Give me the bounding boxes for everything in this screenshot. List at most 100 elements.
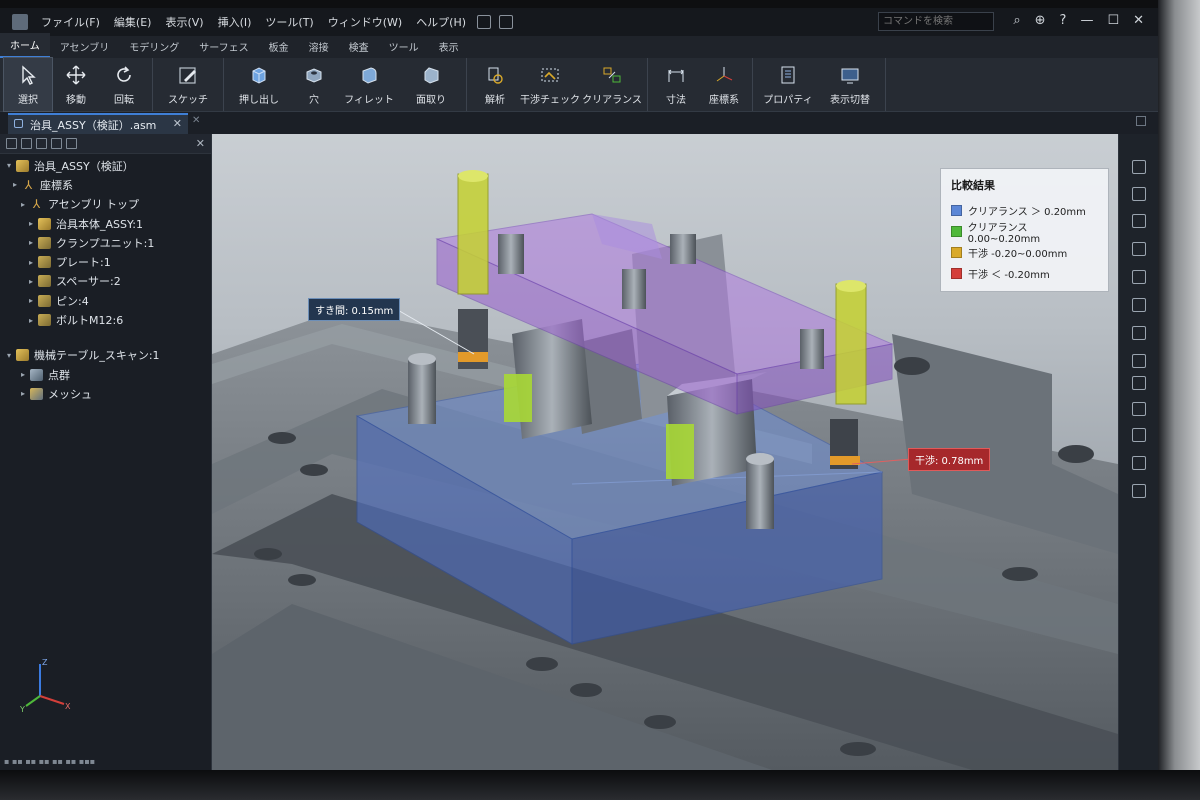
view-top-icon[interactable] xyxy=(1132,242,1146,256)
export-icon[interactable] xyxy=(1132,484,1146,498)
tree-item-bolt[interactable]: ▸ ボルトM12:6 xyxy=(0,310,211,329)
tab-sheet-metal[interactable]: 板金 xyxy=(259,35,299,58)
axis-y-label: Y xyxy=(19,705,25,714)
view-fit-icon[interactable] xyxy=(1132,160,1146,174)
close-icon[interactable]: ✕ xyxy=(173,117,182,130)
tree-item-pin[interactable]: ▸ ピン:4 xyxy=(0,291,211,310)
tab-weld[interactable]: 溶接 xyxy=(299,35,339,58)
visibility-icon[interactable] xyxy=(1132,376,1146,390)
tree-item-label: 座標系 xyxy=(40,178,73,192)
rotate-button[interactable]: 回転 xyxy=(100,58,148,111)
expand-arrow-icon[interactable]: ▸ xyxy=(26,296,36,305)
expand-arrow-icon[interactable]: ▸ xyxy=(18,200,28,209)
select-label: 選択 xyxy=(18,95,38,106)
view-cube-icon[interactable] xyxy=(1132,187,1146,201)
dimension-button[interactable]: 寸法 xyxy=(652,58,700,111)
expand-arrow-icon[interactable]: ▸ xyxy=(26,277,36,286)
sketch-button[interactable]: スケッチ xyxy=(157,58,219,111)
select-button[interactable]: 選択 xyxy=(3,57,53,112)
tree-item-label: 点群 xyxy=(48,368,70,382)
tree-item-point-cloud[interactable]: ▸ 点群 xyxy=(0,365,211,384)
tree-item-coordinate-system[interactable]: ▸ ⅄ 座標系 xyxy=(0,175,211,194)
save-icon[interactable] xyxy=(477,15,492,29)
tree-item-clamp-unit[interactable]: ▸ クランプユニット:1 xyxy=(0,233,211,252)
panel-toolbar: ✕ xyxy=(0,134,211,154)
shading-icon[interactable] xyxy=(1132,354,1146,368)
tab-inspect[interactable]: 検査 xyxy=(339,35,379,58)
expand-arrow-icon[interactable]: ▸ xyxy=(26,219,36,228)
dimension-label: 寸法 xyxy=(666,95,686,106)
close-icon[interactable]: ✕ xyxy=(196,137,205,150)
properties-view-icon[interactable] xyxy=(21,138,32,149)
interference-check-button[interactable]: 干渉チェック xyxy=(519,58,581,111)
3d-viewport[interactable]: 比較結果 クリアランス ＞ 0.20mm クリアランス 0.00~0.20mm … xyxy=(212,134,1118,770)
help-icon[interactable]: ? xyxy=(1060,13,1067,28)
properties-button[interactable]: プロパティ xyxy=(757,58,819,111)
interference-check-label: 干渉チェック xyxy=(520,95,580,106)
minimize-icon[interactable]: — xyxy=(1080,13,1093,28)
appearance-icon[interactable] xyxy=(1132,402,1146,416)
analysis-label: 解析 xyxy=(485,95,505,106)
filter-icon[interactable] xyxy=(51,138,62,149)
menu-window[interactable]: ウィンドウ(W) xyxy=(321,14,409,30)
tree-view-icon[interactable] xyxy=(6,138,17,149)
viewport-pin-icon[interactable] xyxy=(1136,116,1146,126)
menu-edit[interactable]: 編集(E) xyxy=(107,14,159,30)
tree-item-root[interactable]: ▾ 治具_ASSY（検証） xyxy=(0,156,211,175)
tab-tools[interactable]: ツール xyxy=(379,35,429,58)
clearance-callout[interactable]: すき間: 0.15mm xyxy=(308,298,401,321)
tab-surface[interactable]: サーフェス xyxy=(189,35,258,58)
quick-access-dropdown-icon[interactable] xyxy=(499,15,514,29)
tree-item-assembly-top[interactable]: ▸ ⅄ アセンブリ トップ xyxy=(0,195,211,214)
lighting-icon[interactable] xyxy=(1132,428,1146,442)
chamfer-button[interactable]: 面取り xyxy=(400,58,462,111)
analysis-button[interactable]: 解析 xyxy=(471,58,519,111)
collapse-arrow-icon[interactable]: ▾ xyxy=(4,351,14,360)
hole-button[interactable]: 穴 xyxy=(290,58,338,111)
tab-view[interactable]: 表示 xyxy=(429,35,469,58)
clearance-button[interactable]: クリアランス xyxy=(581,58,643,111)
interference-callout[interactable]: 干渉: 0.78mm xyxy=(908,448,991,471)
document-tab-active[interactable]: 治具_ASSY（検証）.asm ✕ xyxy=(8,113,188,134)
menu-help[interactable]: ヘルプ(H) xyxy=(409,14,473,30)
settings-icon[interactable] xyxy=(66,138,77,149)
tree-item-label: 治具本体_ASSY:1 xyxy=(56,217,143,231)
tab-assembly[interactable]: アセンブリ xyxy=(50,35,120,58)
view-front-icon[interactable] xyxy=(1132,214,1146,228)
move-button[interactable]: 移動 xyxy=(52,58,100,111)
display-toggle-button[interactable]: 表示切替 xyxy=(819,58,881,111)
menu-insert[interactable]: 挿入(I) xyxy=(211,14,259,30)
expand-arrow-icon[interactable]: ▸ xyxy=(10,180,20,189)
tree-item-machine-table-scan[interactable]: ▾ 機械テーブル_スキャン:1 xyxy=(0,346,211,365)
tree-item-jig-body[interactable]: ▸ 治具本体_ASSY:1 xyxy=(0,214,211,233)
expand-arrow-icon[interactable]: ▸ xyxy=(26,238,36,247)
menu-view[interactable]: 表示(V) xyxy=(158,14,210,30)
maximize-icon[interactable]: ☐ xyxy=(1107,13,1119,28)
extrude-button[interactable]: 押し出し xyxy=(228,58,290,111)
close-icon[interactable]: ✕ xyxy=(1133,13,1144,28)
tab-home[interactable]: ホーム xyxy=(0,33,50,58)
layers-icon[interactable] xyxy=(36,138,47,149)
measure-icon[interactable] xyxy=(1132,456,1146,470)
fillet-button[interactable]: フィレット xyxy=(338,58,400,111)
tab-modeling[interactable]: モデリング xyxy=(119,35,189,58)
menu-file[interactable]: ファイル(F) xyxy=(34,14,107,30)
expand-arrow-icon[interactable]: ▸ xyxy=(18,389,28,398)
search-icon[interactable]: ⌕ xyxy=(1013,13,1020,28)
expand-arrow-icon[interactable]: ▸ xyxy=(18,370,28,379)
expand-arrow-icon[interactable]: ▸ xyxy=(26,258,36,267)
tree-item-mesh[interactable]: ▸ メッシュ xyxy=(0,384,211,403)
expand-arrow-icon[interactable]: ▸ xyxy=(26,316,36,325)
tab-list-icon[interactable]: ✕ xyxy=(192,115,200,126)
coordinate-system-button[interactable]: 座標系 xyxy=(700,58,748,111)
view-right-icon[interactable] xyxy=(1132,270,1146,284)
tree-item-plate[interactable]: ▸ プレート:1 xyxy=(0,252,211,271)
clearance-label: クリアランス xyxy=(582,95,642,106)
menu-tools[interactable]: ツール(T) xyxy=(258,14,320,30)
section-view-icon[interactable] xyxy=(1132,326,1146,340)
collapse-arrow-icon[interactable]: ▾ xyxy=(4,161,14,170)
view-iso-icon[interactable] xyxy=(1132,298,1146,312)
tree-item-spacer[interactable]: ▸ スペーサー:2 xyxy=(0,272,211,291)
share-icon[interactable]: ⊕ xyxy=(1035,13,1046,28)
command-search-input[interactable] xyxy=(878,12,994,31)
